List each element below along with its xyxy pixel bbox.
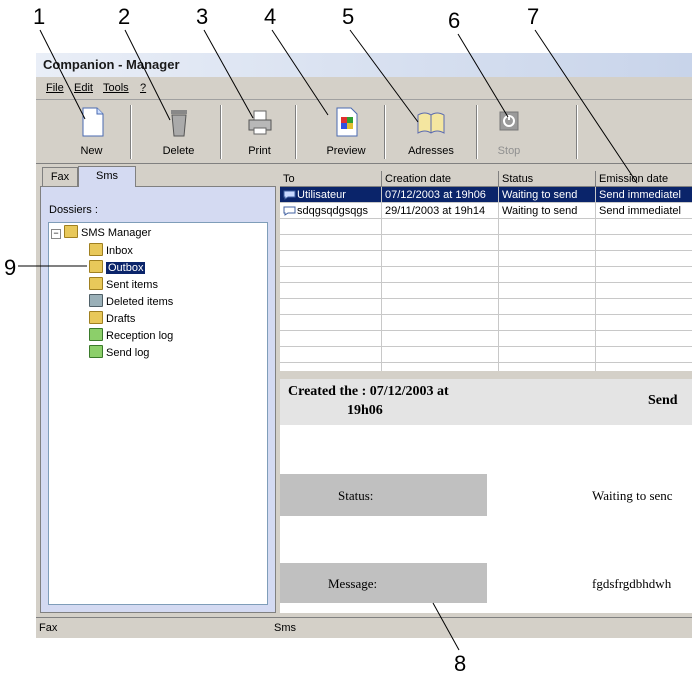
callout-leader-lines bbox=[18, 29, 638, 651]
tab-sms[interactable]: Sms bbox=[78, 166, 136, 187]
